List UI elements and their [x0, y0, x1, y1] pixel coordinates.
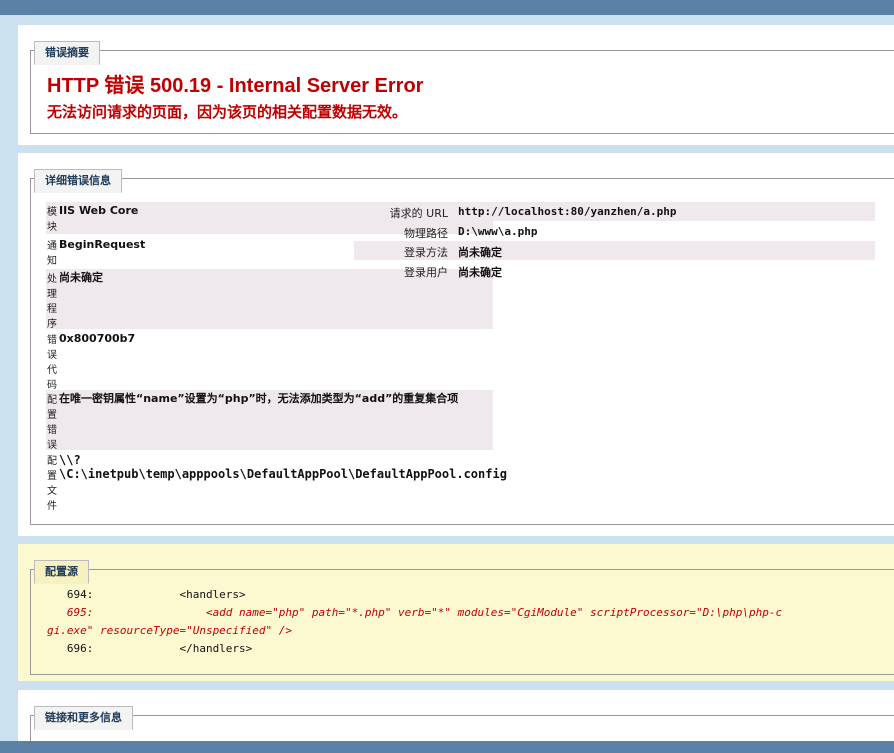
detail-row-config-error: 配置错误 在唯一密钥属性“name”设置为“php”时，无法添加类型为“add”…	[46, 390, 493, 451]
code-line-695: 695: <add name="php" path="*.php" verb="…	[47, 606, 783, 619]
config-source-legend: 配置源	[34, 560, 89, 584]
detail-value: 在唯一密钥属性“name”设置为“php”时，无法添加类型为“add”的重复集合…	[59, 392, 459, 405]
links-panel: 链接和更多信息	[18, 690, 894, 741]
detail-label: 通知	[47, 241, 57, 267]
error-subtitle: 无法访问请求的页面，因为该页的相关配置数据无效。	[47, 105, 408, 121]
bottom-window-bar	[0, 741, 894, 753]
error-details-legend: 详细错误信息	[34, 169, 122, 193]
detail-value: http://localhost:80/yanzhen/a.php	[458, 205, 677, 218]
detail-label: 配置文件	[47, 456, 57, 512]
detail-value: 尚未确定	[458, 266, 502, 279]
detail-label: 请求的 URL	[389, 207, 448, 220]
error-summary-legend: 错误摘要	[34, 41, 100, 65]
detail-label: 物理路径	[404, 227, 448, 240]
code-line-695-cont: gi.exe" resourceType="Unspecified" />	[47, 624, 293, 637]
error-details-panel: 详细错误信息 模块 IIS Web Core 通知 BeginRequest 处…	[18, 153, 894, 536]
detail-row-logon-method: 登录方法 尚未确定	[354, 241, 875, 260]
links-legend: 链接和更多信息	[34, 706, 133, 730]
links-fieldset	[30, 715, 894, 741]
detail-label: 处理程序	[47, 274, 57, 330]
detail-row-request-url: 请求的 URL http://localhost:80/yanzhen/a.ph…	[354, 202, 875, 221]
detail-row-logon-user: 登录用户 尚未确定	[354, 261, 875, 280]
config-source-panel: 配置源 694: <handlers> 695: <add name="php"…	[18, 544, 894, 681]
detail-row-error-code: 错误代码 0x800700b7	[46, 330, 493, 391]
detail-label: 登录方法	[404, 246, 448, 259]
code-line-696: 696: </handlers>	[47, 642, 253, 655]
detail-label: 模块	[47, 207, 57, 233]
detail-value: 0x800700b7	[59, 332, 136, 345]
code-line-694: 694: <handlers>	[47, 588, 246, 601]
detail-value: 尚未确定	[458, 246, 502, 259]
detail-value: D:\www\a.php	[458, 225, 538, 238]
error-summary-panel: 错误摘要 HTTP 错误 500.19 - Internal Server Er…	[18, 25, 894, 145]
detail-label: 配置错误	[47, 395, 57, 451]
detail-row-config-file: 配置文件 \\?\C:\inetpub\temp\apppools\Defaul…	[46, 451, 507, 512]
detail-value: \\?\C:\inetpub\temp\apppools\DefaultAppP…	[59, 453, 507, 481]
detail-label: 错误代码	[47, 335, 57, 391]
top-window-bar	[0, 0, 894, 15]
detail-row-physical-path: 物理路径 D:\www\a.php	[354, 222, 875, 241]
error-title: HTTP 错误 500.19 - Internal Server Error	[47, 75, 424, 97]
detail-label: 登录用户	[404, 266, 448, 279]
config-source-code: 694: <handlers> 695: <add name="php" pat…	[47, 586, 879, 658]
